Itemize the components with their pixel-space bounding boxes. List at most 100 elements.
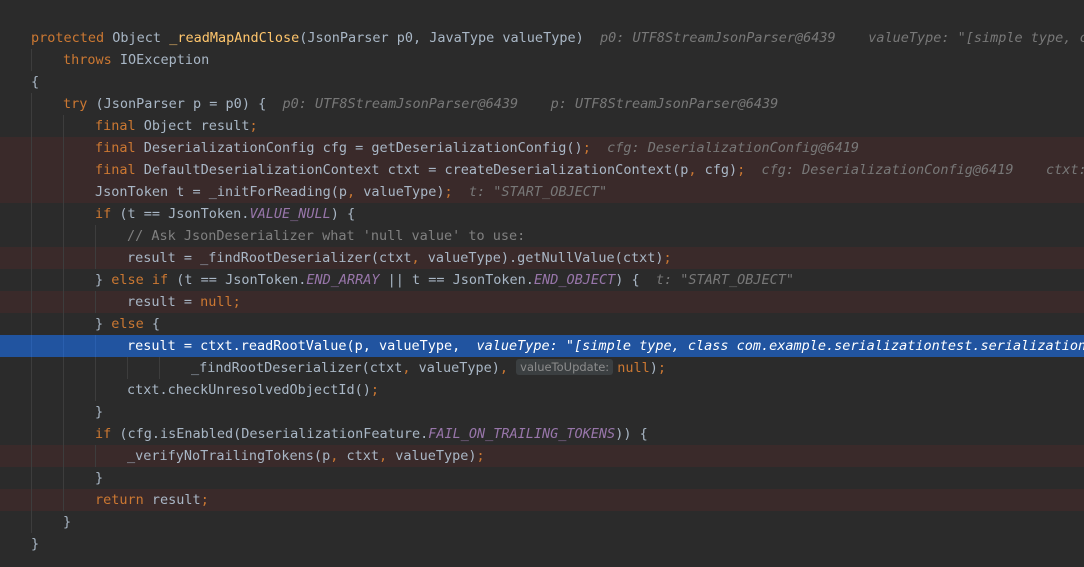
indent-guide [63,467,64,489]
indent-guides [0,511,200,533]
indent-guide [31,115,32,137]
code-editor[interactable]: protected Object _readMapAndClose(JsonPa… [0,0,1084,567]
code-line[interactable]: protected Object _readMapAndClose(JsonPa… [0,27,1084,49]
code-token: ) [649,360,658,376]
indent-guide [31,401,32,423]
highlighted-code-line[interactable]: result = null; [0,291,1084,313]
indent-guide [31,137,32,159]
code-token: (JsonParser p0, JavaType valueType) [299,30,584,46]
code-text: ctxt.checkUnresolvedObjectId(); [127,379,379,401]
keyword-token: , [378,448,396,464]
code-token: DeserializationConfig cfg = getDeseriali… [143,140,583,156]
indent-guide [63,291,64,313]
code-line[interactable]: try (JsonParser p = p0) { p0: UTF8Stream… [0,93,1084,115]
highlighted-code-line[interactable]: final DefaultDeserializationContext ctxt… [0,159,1084,181]
code-token: } [95,470,104,486]
code-token: DefaultDeserializationContext ctxt = cre… [143,162,689,178]
code-token: ctxt.checkUnresolvedObjectId() [127,382,371,398]
code-token: valueType) [395,448,477,464]
debug-inline-value: valueType: "[simple type, class com.exam… [476,338,1084,354]
code-line[interactable]: if (t == JsonToken.VALUE_NULL) { [0,203,1084,225]
keyword-token: try [63,96,96,112]
keyword-token: ; [663,250,672,266]
code-token: } [95,404,104,420]
code-line[interactable]: } [0,511,1084,533]
debug-inline-value: cfg: DeserializationConfig@6419 ctxt: De… [761,162,1084,178]
keyword-token: else if [111,272,177,288]
keyword-token: , [411,250,428,266]
debug-inline-value: p0: UTF8StreamJsonParser@6439 p: UTF8Str… [266,96,779,112]
code-token: { [151,316,161,332]
indent-guide [63,203,64,225]
code-token: result = ctxt.readRootValue(p [127,338,363,354]
code-line[interactable]: { [0,71,1084,93]
code-token: (t == JsonToken. [176,272,307,288]
indent-guide [63,247,64,269]
code-token: (JsonParser p = p0) { [95,96,267,112]
keyword-token: , [346,184,364,200]
indent-guide [31,225,32,247]
static-field-token: END_ARRAY [306,272,380,288]
indent-guide [63,357,64,379]
code-line[interactable]: ctxt.checkUnresolvedObjectId(); [0,379,1084,401]
code-text: } [95,401,103,423]
indent-guide [63,115,64,137]
code-text: _verifyNoTrailingTokens(p, ctxt, valueTy… [127,445,485,467]
indent-guide [63,335,64,357]
debug-inline-value: t: "START_OBJECT" [639,272,795,288]
highlighted-code-line[interactable]: JsonToken t = _initForReading(p, valueTy… [0,181,1084,203]
indent-guide [31,357,32,379]
execution-line[interactable]: result = ctxt.readRootValue(p, valueType… [0,335,1084,357]
indent-guide [63,269,64,291]
keyword-token: , [402,360,419,376]
indent-guide [63,181,64,203]
code-token: result = [127,294,201,310]
code-line[interactable]: final Object result; [0,115,1084,137]
indent-guide [159,357,160,379]
code-text: protected Object _readMapAndClose(JsonPa… [31,27,1084,49]
code-token: result [151,492,201,508]
keyword-token: ; [582,140,591,156]
indent-guide [31,269,32,291]
highlighted-code-line[interactable]: _verifyNoTrailingTokens(p, ctxt, valueTy… [0,445,1084,467]
code-line[interactable]: if (cfg.isEnabled(DeserializationFeature… [0,423,1084,445]
code-token: )) { [615,426,648,442]
keyword-token: null; [200,294,241,310]
code-line[interactable]: } [0,467,1084,489]
code-line[interactable]: } [0,401,1084,423]
code-text: try (JsonParser p = p0) { p0: UTF8Stream… [63,93,778,115]
code-text: return result; [95,489,209,511]
keyword-token: if [95,426,120,442]
highlighted-code-line[interactable]: return result; [0,489,1084,511]
code-token: Object [112,30,170,46]
code-line[interactable]: } else { [0,313,1084,335]
keyword-token: ; [249,118,258,134]
indent-guide [95,335,96,357]
code-token: ) { [615,272,640,288]
keyword-token: , [499,360,517,376]
indent-guide [63,423,64,445]
code-token: IOException [119,52,210,68]
highlighted-code-line[interactable]: final DeserializationConfig cfg = getDes… [0,137,1084,159]
code-token: } [31,536,40,552]
keyword-token: final [95,118,144,134]
indent-guide [31,467,32,489]
keyword-token: ; [657,360,666,376]
code-text: } [95,467,103,489]
code-line[interactable]: throws IOException [0,49,1084,71]
code-token: { [31,74,40,90]
keyword-token: , [688,162,705,178]
code-line[interactable]: // Ask JsonDeserializer what 'null value… [0,225,1084,247]
code-token: ) { [330,206,356,222]
indent-guide [31,247,32,269]
code-line[interactable]: } [0,533,1084,555]
code-line[interactable]: _findRootDeserializer(ctxt, valueType), … [0,357,1084,379]
code-text: } [31,533,39,555]
highlighted-code-line[interactable]: result = _findRootDeserializer(ctxt, val… [0,247,1084,269]
keyword-token: throws [63,52,120,68]
method-name-token: _readMapAndClose [169,30,300,46]
code-line[interactable]: } else if (t == JsonToken.END_ARRAY || t… [0,269,1084,291]
indent-guide [63,401,64,423]
code-text: } else if (t == JsonToken.END_ARRAY || t… [95,269,794,291]
code-text: final Object result; [95,115,258,137]
